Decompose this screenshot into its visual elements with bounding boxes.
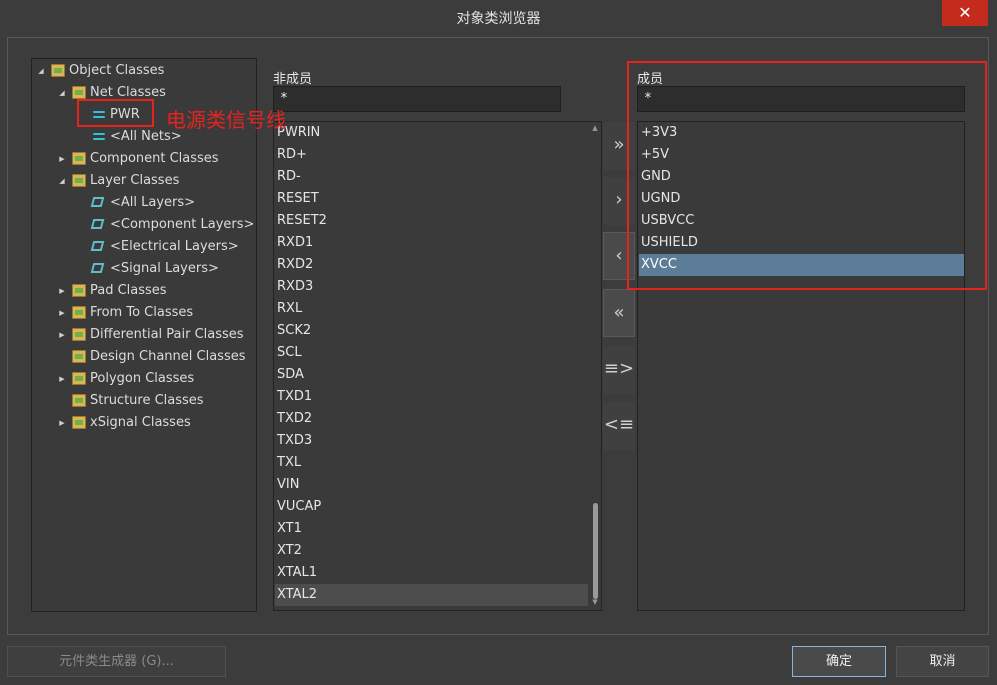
tree-item-label: Polygon Classes: [90, 371, 195, 386]
class-generator-button[interactable]: 元件类生成器 (G)...: [7, 646, 226, 677]
list-item[interactable]: RESET2: [275, 210, 588, 232]
tree-item-label: Structure Classes: [90, 393, 204, 408]
list-item[interactable]: RXD1: [275, 232, 588, 254]
pad-classes-icon: [72, 284, 86, 297]
collapse-arrow-icon[interactable]: ◢: [36, 60, 46, 82]
list-item[interactable]: XT1: [275, 518, 588, 540]
tree-item[interactable]: ▶ Pad Classes: [32, 280, 256, 302]
tree-item[interactable]: Design Channel Classes: [32, 346, 256, 368]
remove-filtered-button[interactable]: <≡: [603, 402, 635, 450]
annotation-text: 电源类信号线: [166, 108, 286, 132]
tree-item[interactable]: <All Layers>: [32, 192, 256, 214]
expand-arrow-icon[interactable]: ▶: [57, 302, 67, 324]
list-item[interactable]: RESET: [275, 188, 588, 210]
annotation-box-pwr: [77, 99, 154, 127]
list-item[interactable]: RXL: [275, 298, 588, 320]
list-item[interactable]: PWRIN: [275, 122, 588, 144]
tree-item-label: Design Channel Classes: [90, 349, 246, 364]
list-item[interactable]: XTAL1: [275, 562, 588, 584]
scroll-up-icon[interactable]: ▲: [591, 124, 599, 132]
polygon-classes-icon: [72, 372, 86, 385]
net-classes-icon: [72, 86, 86, 99]
list-item[interactable]: VUCAP: [275, 496, 588, 518]
tree-item-label: <Electrical Layers>: [110, 239, 239, 254]
scroll-thumb[interactable]: [593, 503, 598, 599]
tree-item-label: <All Layers>: [110, 195, 196, 210]
list-item[interactable]: RD-: [275, 166, 588, 188]
structure-classes-icon: [72, 394, 86, 407]
tree-item[interactable]: <Component Layers>: [32, 214, 256, 236]
annotation-box-members: [627, 61, 987, 290]
tree-item-label: <Component Layers>: [110, 217, 255, 232]
ok-button[interactable]: 确定: [792, 646, 886, 677]
list-item[interactable]: VIN: [275, 474, 588, 496]
list-item[interactable]: SDA: [275, 364, 588, 386]
component-classes-icon: [72, 152, 86, 165]
object-classes-icon: [51, 64, 65, 77]
list-item[interactable]: SCL: [275, 342, 588, 364]
window-title: 对象类浏览器: [456, 11, 541, 27]
expand-arrow-icon[interactable]: ▶: [57, 148, 67, 170]
expand-arrow-icon[interactable]: ▶: [57, 412, 67, 434]
collapse-arrow-icon[interactable]: ◢: [57, 82, 67, 104]
layer-icon: [90, 263, 105, 273]
tree-item-label: From To Classes: [90, 305, 194, 320]
tree-item[interactable]: Structure Classes: [32, 390, 256, 412]
tree-item[interactable]: <Signal Layers>: [32, 258, 256, 280]
list-item[interactable]: TXD2: [275, 408, 588, 430]
tree-item[interactable]: <Electrical Layers>: [32, 236, 256, 258]
tree-item-label: Object Classes: [69, 63, 165, 78]
from-to-classes-icon: [72, 306, 86, 319]
tree-item-label: xSignal Classes: [90, 415, 191, 430]
tree-item[interactable]: ▶ xSignal Classes: [32, 412, 256, 434]
layer-classes-icon: [72, 174, 86, 187]
non-members-label: 非成员: [273, 72, 313, 87]
list-item[interactable]: XTAL2: [275, 584, 588, 606]
close-button[interactable]: ✕: [942, 0, 988, 26]
expand-arrow-icon[interactable]: ▶: [57, 368, 67, 390]
xsignal-classes-icon: [72, 416, 86, 429]
tree-item[interactable]: ▶ From To Classes: [32, 302, 256, 324]
net-icon: [92, 130, 106, 143]
remove-all-button[interactable]: «: [603, 289, 635, 337]
object-class-tree[interactable]: ◢ Object Classes ◢ Net Classes PWR <All Nets>…: [31, 58, 257, 612]
non-members-scrollbar[interactable]: ▲ ▼: [590, 122, 600, 610]
list-item[interactable]: TXD3: [275, 430, 588, 452]
title-bar: 对象类浏览器 ✕: [0, 0, 997, 34]
tree-item[interactable]: ▶ Polygon Classes: [32, 368, 256, 390]
tree-item[interactable]: ◢ Layer Classes: [32, 170, 256, 192]
tree-item[interactable]: ▶ Component Classes: [32, 148, 256, 170]
tree-item[interactable]: ▶ Differential Pair Classes: [32, 324, 256, 346]
layer-icon: [90, 197, 105, 207]
tree-item-label: Component Classes: [90, 151, 219, 166]
layer-icon: [90, 241, 105, 251]
expand-arrow-icon[interactable]: ▶: [57, 324, 67, 346]
tree-item-label: Pad Classes: [90, 283, 167, 298]
expand-arrow-icon[interactable]: ▶: [57, 280, 67, 302]
design-channel-classes-icon: [72, 350, 86, 363]
tree-item[interactable]: ◢ Object Classes: [32, 60, 256, 82]
list-item[interactable]: RXD2: [275, 254, 588, 276]
cancel-button[interactable]: 取消: [896, 646, 989, 677]
list-item[interactable]: RXD3: [275, 276, 588, 298]
list-item[interactable]: SCK2: [275, 320, 588, 342]
list-item[interactable]: TXL: [275, 452, 588, 474]
tree-item-label: <Signal Layers>: [110, 261, 219, 276]
list-item[interactable]: XT2: [275, 540, 588, 562]
scroll-down-icon[interactable]: ▼: [591, 598, 599, 606]
add-filtered-button[interactable]: ≡>: [603, 346, 635, 394]
diff-pair-classes-icon: [72, 328, 86, 341]
tree-item-label: Layer Classes: [90, 173, 180, 188]
non-members-filter-input[interactable]: *: [273, 86, 561, 112]
layer-icon: [90, 219, 105, 229]
non-members-list[interactable]: PWRIN RD+ RD- RESET RESET2 RXD1 RXD2 RXD3 RXL SCK…: [273, 121, 602, 611]
list-item[interactable]: RD+: [275, 144, 588, 166]
list-item[interactable]: TXD1: [275, 386, 588, 408]
tree-item-label: Differential Pair Classes: [90, 327, 244, 342]
collapse-arrow-icon[interactable]: ◢: [57, 170, 67, 192]
